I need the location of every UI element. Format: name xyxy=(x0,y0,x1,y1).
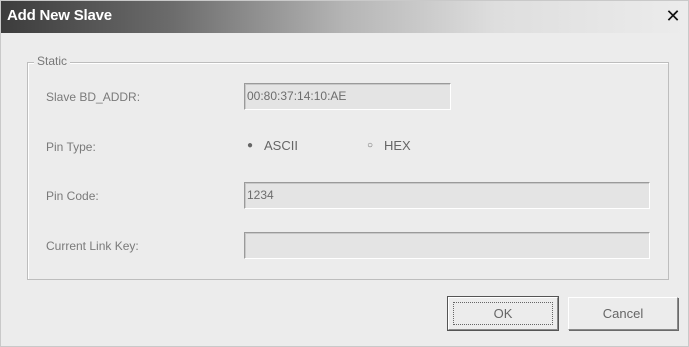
radio-selected-icon: ● xyxy=(247,140,254,151)
current-link-key-label: Current Link Key: xyxy=(46,239,139,253)
pin-type-ascii-radio[interactable]: ● ASCII xyxy=(247,138,298,153)
cancel-button[interactable]: Cancel xyxy=(568,297,678,330)
ok-button-label: OK xyxy=(453,302,553,325)
pin-type-label: Pin Type: xyxy=(46,140,96,154)
pin-type-hex-radio[interactable]: ○ HEX xyxy=(367,138,411,153)
close-icon[interactable]: ✕ xyxy=(664,6,682,26)
add-new-slave-dialog: Add New Slave ✕ Static Slave BD_ADDR: 00… xyxy=(0,0,689,347)
pin-code-field[interactable]: 1234 xyxy=(244,182,650,209)
slave-bd-addr-field[interactable]: 00:80:37:14:10:AE xyxy=(244,83,451,110)
group-legend: Static xyxy=(34,54,71,68)
pin-code-label: Pin Code: xyxy=(46,189,99,203)
hex-option-label: HEX xyxy=(384,138,411,153)
dialog-title: Add New Slave xyxy=(7,7,112,24)
current-link-key-field[interactable] xyxy=(244,232,650,259)
title-bar[interactable]: Add New Slave ✕ xyxy=(1,1,688,33)
ascii-option-label: ASCII xyxy=(264,138,298,153)
radio-unselected-icon: ○ xyxy=(367,140,374,151)
ok-button[interactable]: OK xyxy=(447,296,559,331)
slave-bd-addr-label: Slave BD_ADDR: xyxy=(46,90,141,104)
